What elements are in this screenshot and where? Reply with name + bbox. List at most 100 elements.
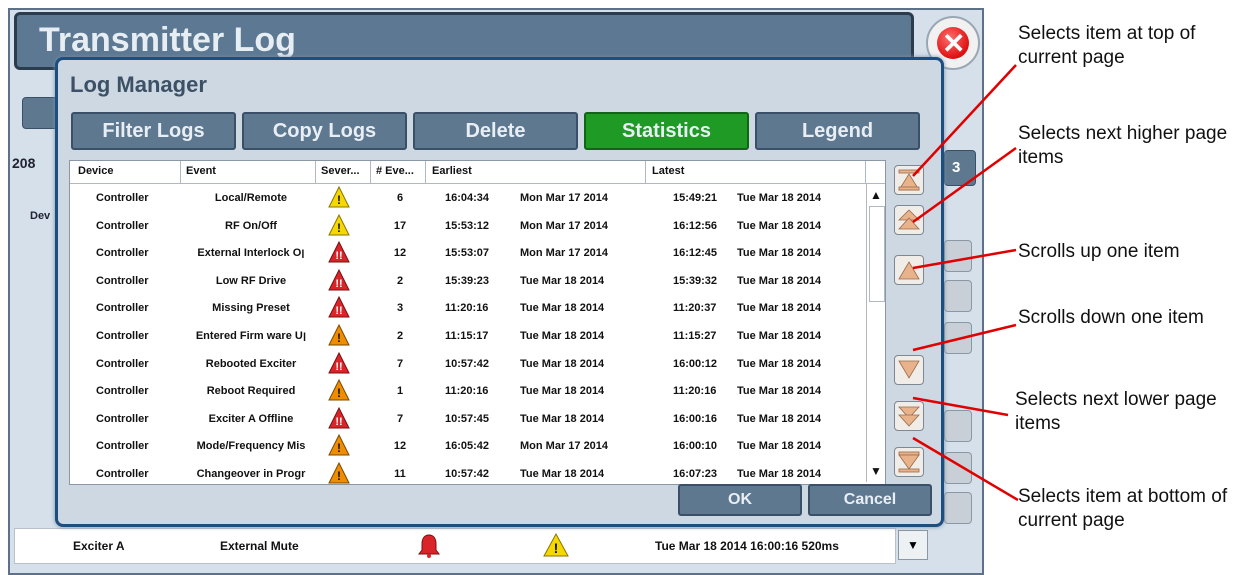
- cell-latest-date: Tue Mar 18 2014: [737, 357, 822, 370]
- critical-red-icon: !!: [328, 296, 350, 318]
- cell-earliest-date: Tue Mar 18 2014: [520, 412, 605, 425]
- cell-latest-time: 11:20:37: [673, 302, 717, 315]
- svg-text:!!: !!: [335, 361, 342, 373]
- transmitter-log-title: Transmitter Log: [39, 21, 296, 59]
- column-header-device[interactable]: Device: [78, 165, 113, 177]
- bg-nav-button-1[interactable]: [944, 240, 972, 272]
- bg-row-event: External Mute: [220, 539, 299, 553]
- scroll-down-arrow-icon[interactable]: ▼: [870, 464, 882, 478]
- cell-latest-date: Tue Mar 18 2014: [737, 302, 822, 315]
- table-row[interactable]: Controller Local/Remote ! 6 16:04:34 Mon…: [70, 184, 865, 212]
- page-up-icon: [898, 209, 920, 230]
- svg-text:!!: !!: [335, 250, 342, 262]
- page-down-button[interactable]: [894, 401, 924, 431]
- bg-nav-button-5[interactable]: [944, 452, 972, 484]
- table-row[interactable]: Controller Rebooted Exciter !! 7 10:57:4…: [70, 350, 865, 378]
- callout-select-top: Selects item at top of current page: [1018, 23, 1196, 68]
- tab-statistics[interactable]: Statistics: [584, 112, 749, 150]
- select-top-button[interactable]: [894, 165, 924, 195]
- bg-scroll-down-button[interactable]: ▼: [898, 530, 928, 560]
- callout-select-bottom: Selects item at bottom of current page: [1018, 486, 1228, 531]
- tab-delete[interactable]: Delete: [413, 112, 578, 150]
- warning-yellow-icon: !: [328, 213, 350, 236]
- bg-nav-button-6[interactable]: [944, 492, 972, 524]
- cell-count: 12: [393, 440, 407, 453]
- critical-red-icon: !!: [328, 351, 350, 374]
- column-header-severity[interactable]: Sever...: [321, 165, 360, 177]
- tab-filter-logs[interactable]: Filter Logs: [71, 112, 236, 150]
- cell-device: Controller: [96, 219, 149, 232]
- cell-earliest-date: Mon Mar 17 2014: [520, 247, 609, 260]
- scroll-up-button[interactable]: [894, 255, 924, 285]
- cell-latest-time: 11:20:16: [673, 385, 717, 398]
- cell-event: Missing Preset: [212, 302, 290, 315]
- cell-event: Low RF Drive: [215, 274, 287, 287]
- ok-button[interactable]: OK: [678, 484, 802, 516]
- column-divider: [645, 161, 646, 183]
- table-row[interactable]: Controller Entered Firm ware Uן ! 2 11:1…: [70, 322, 865, 350]
- svg-text:!!: !!: [335, 305, 342, 317]
- cell-earliest-date: Mon Mar 17 2014: [520, 219, 609, 232]
- cell-earliest-time: 10:57:42: [445, 467, 490, 480]
- table-row[interactable]: Controller Low RF Drive !! 2 15:39:23 Tu…: [70, 267, 865, 295]
- table-row[interactable]: Controller Exciter A Offline !! 7 10:57:…: [70, 405, 865, 433]
- warning-icon: !: [543, 533, 569, 557]
- cell-earliest-date: Mon Mar 17 2014: [520, 440, 609, 453]
- cell-device: Controller: [96, 440, 149, 453]
- table-row[interactable]: Controller Changeover in Progr ! 11 10:5…: [70, 460, 865, 484]
- cell-event: Reboot Required: [206, 385, 296, 398]
- page-up-button[interactable]: [894, 205, 924, 235]
- bg-row-device: Exciter A: [73, 539, 125, 553]
- cell-latest-date: Tue Mar 18 2014: [737, 329, 822, 342]
- scroll-up-arrow-icon[interactable]: ▲: [870, 188, 882, 202]
- table-row[interactable]: Controller Reboot Required ! 1 11:20:16 …: [70, 377, 865, 405]
- cell-latest-date: Tue Mar 18 2014: [737, 467, 822, 480]
- bg-nav-button-4[interactable]: [944, 410, 972, 442]
- table-scrollbar[interactable]: ▲ ▼: [866, 184, 885, 482]
- cell-device: Controller: [96, 385, 149, 398]
- tab-legend[interactable]: Legend: [755, 112, 920, 150]
- bg-nav-button-2[interactable]: [944, 280, 972, 312]
- cell-earliest-time: 15:39:23: [445, 274, 490, 287]
- cell-count: 2: [396, 329, 404, 342]
- column-header-earliest[interactable]: Earliest: [432, 165, 472, 177]
- cell-device: Controller: [96, 247, 149, 260]
- cell-latest-time: 16:07:23: [673, 467, 718, 480]
- cell-earliest-time: 10:57:42: [445, 357, 490, 370]
- column-divider: [370, 161, 371, 183]
- svg-text:!: !: [337, 193, 341, 207]
- page-down-icon: [898, 406, 920, 427]
- device-column-partial: Dev: [30, 210, 51, 222]
- svg-text:!: !: [337, 386, 341, 400]
- column-divider: [865, 161, 866, 183]
- column-header-events[interactable]: # Eve...: [376, 165, 414, 177]
- cancel-button[interactable]: Cancel: [808, 484, 932, 516]
- cell-count: 6: [396, 192, 404, 204]
- table-row[interactable]: Controller External Interlock Oן !! 12 1…: [70, 239, 865, 267]
- cell-latest-date: Tue Mar 18 2014: [737, 247, 822, 260]
- bell-alarm-icon: [418, 534, 440, 558]
- column-header-event[interactable]: Event: [186, 165, 216, 177]
- table-row[interactable]: Controller RF On/Off ! 17 15:53:12 Mon M…: [70, 212, 865, 240]
- cell-device: Controller: [96, 302, 149, 315]
- table-row[interactable]: Controller Mode/Frequency Mis ! 12 16:05…: [70, 432, 865, 460]
- table-row[interactable]: Controller Missing Preset !! 3 11:20:16 …: [70, 294, 865, 322]
- scrollbar-thumb[interactable]: [869, 206, 885, 302]
- bg-nav-button-3[interactable]: [944, 322, 972, 354]
- cell-count: 2: [396, 274, 404, 287]
- major-orange-icon: !: [328, 434, 350, 456]
- chevron-down-icon: ▼: [907, 538, 919, 552]
- select-bottom-button[interactable]: [894, 447, 924, 477]
- hidden-right-button[interactable]: 3: [944, 150, 976, 186]
- cell-latest-date: Tue Mar 18 2014: [737, 385, 822, 398]
- tab-bar: Filter Logs Copy Logs Delete Statistics …: [71, 112, 920, 150]
- scroll-down-button[interactable]: [894, 355, 924, 385]
- bg-row-time: Tue Mar 18 2014 16:00:16 520ms: [655, 539, 839, 553]
- tab-copy-logs[interactable]: Copy Logs: [242, 112, 407, 150]
- cell-count: 3: [396, 302, 404, 315]
- callout-scroll-down: Scrolls down one item: [1018, 307, 1204, 328]
- background-log-row[interactable]: Exciter A External Mute ! Tue Mar 18 201…: [14, 528, 896, 564]
- callout-page-down: Selects next lower page items: [1015, 389, 1217, 434]
- column-header-latest[interactable]: Latest: [652, 165, 684, 177]
- cell-event: External Interlock Oן: [197, 247, 305, 260]
